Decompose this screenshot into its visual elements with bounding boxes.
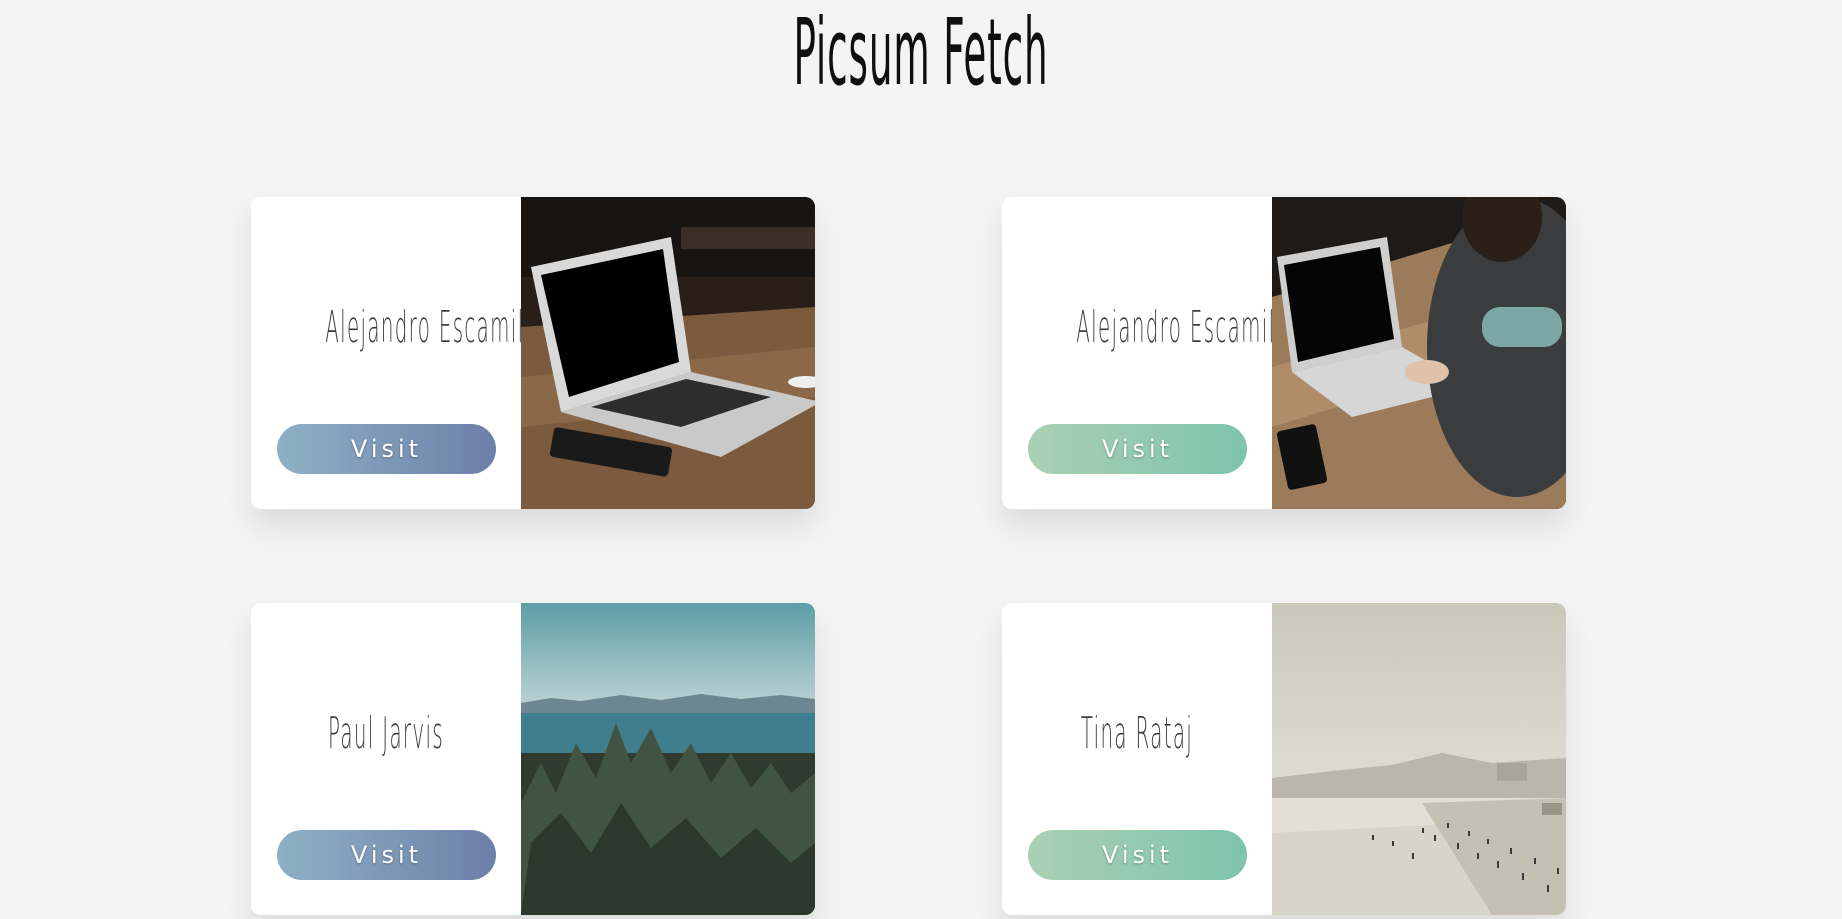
photo-card: Alejandro Escamilla Visit xyxy=(1002,197,1566,509)
photo-card: Alejandro Escamilla Visit xyxy=(251,197,815,509)
visit-button[interactable]: Visit xyxy=(277,424,496,474)
person-typing-laptop-photo xyxy=(1272,197,1566,509)
photo-card: Tina Rataj Visit xyxy=(1002,603,1566,915)
page-title: Picsum Fetch xyxy=(793,0,1049,106)
card-info: Alejandro Escamilla Visit xyxy=(251,197,545,509)
card-info: Alejandro Escamilla Visit xyxy=(1002,197,1296,509)
visit-button[interactable]: Visit xyxy=(1028,830,1247,880)
card-info: Paul Jarvis Visit xyxy=(251,603,521,915)
foggy-beach-photo xyxy=(1272,603,1566,915)
author-name: Alejandro Escamilla xyxy=(1076,302,1296,353)
author-name: Alejandro Escamilla xyxy=(325,302,545,353)
author-name: Tina Rataj xyxy=(1080,708,1194,759)
laptop-on-table-photo xyxy=(521,197,815,509)
forest-and-sea-photo xyxy=(521,603,815,915)
author-name: Paul Jarvis xyxy=(327,708,445,759)
visit-button[interactable]: Visit xyxy=(277,830,496,880)
visit-button[interactable]: Visit xyxy=(1028,424,1247,474)
photo-card: Paul Jarvis Visit xyxy=(251,603,815,915)
card-info: Tina Rataj Visit xyxy=(1002,603,1272,915)
